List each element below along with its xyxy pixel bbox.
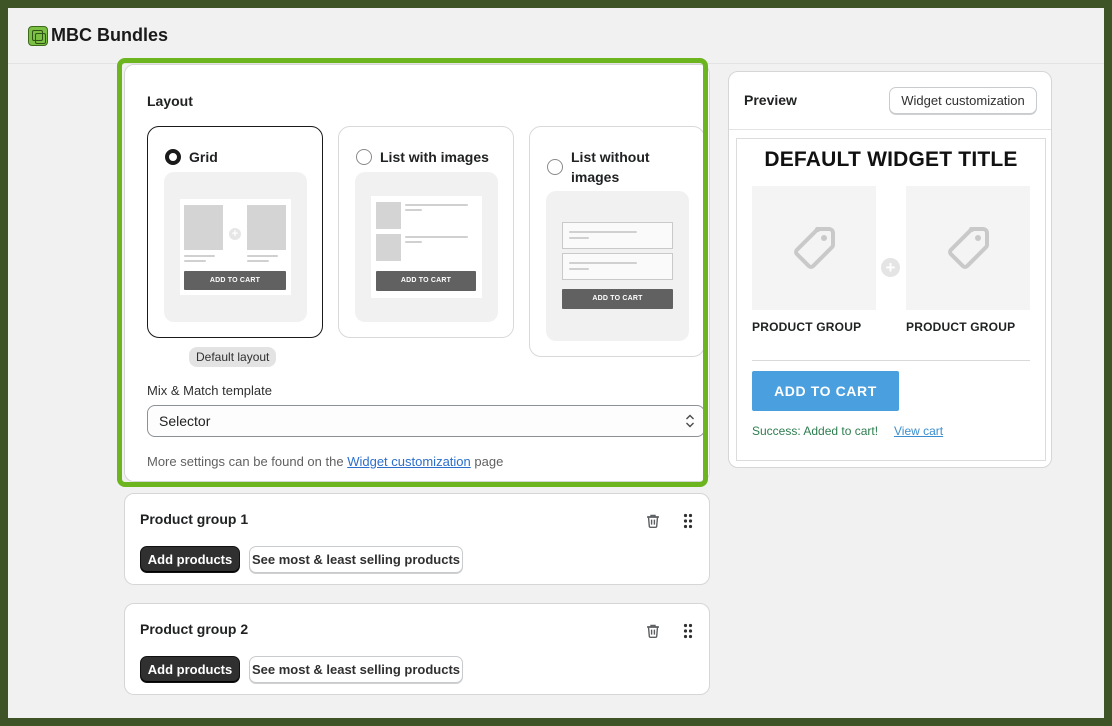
list-no-images-thumbnail: ADD TO CART bbox=[546, 191, 689, 341]
product-group-card: Product group 2 Add products See most & … bbox=[124, 603, 710, 695]
layout-option-list-without-images[interactable]: List without images ADD TO CART bbox=[529, 126, 705, 357]
grid-preview-image: + ADD TO CART bbox=[180, 199, 291, 295]
top-bar: MBC Bundles bbox=[8, 8, 1104, 64]
app-title: MBC Bundles bbox=[51, 25, 168, 45]
layout-option-label: List with images bbox=[380, 149, 489, 165]
template-select[interactable]: Selector bbox=[147, 405, 705, 437]
view-cart-link[interactable]: View cart bbox=[894, 424, 943, 438]
product-group-title: Product group 2 bbox=[140, 621, 249, 637]
layout-option-label: List without images bbox=[571, 149, 650, 185]
tag-icon bbox=[948, 227, 989, 269]
product-group-name: PRODUCT GROUP bbox=[752, 320, 862, 334]
settings-help-text: More settings can be found on the Widget… bbox=[147, 454, 503, 469]
plus-icon: + bbox=[881, 258, 900, 277]
preview-header: Preview Widget customization bbox=[729, 72, 1051, 130]
list-images-thumbnail: ADD TO CART bbox=[355, 172, 498, 322]
tag-icon bbox=[794, 227, 835, 269]
add-products-button[interactable]: Add products bbox=[140, 546, 240, 573]
text-line bbox=[569, 231, 637, 233]
divider bbox=[752, 360, 1030, 361]
text-line bbox=[405, 241, 422, 243]
product-image bbox=[906, 186, 1030, 310]
default-layout-badge: Default layout bbox=[189, 347, 277, 367]
widget-title: DEFAULT WIDGET TITLE bbox=[764, 148, 1018, 171]
text-line bbox=[247, 260, 269, 262]
preview-card: Preview Widget customization DEFAULT WID… bbox=[728, 71, 1052, 468]
app-logo-icon bbox=[28, 25, 48, 46]
widget-customization-link[interactable]: Widget customization bbox=[347, 454, 471, 469]
help-prefix: More settings can be found on the bbox=[147, 454, 344, 469]
drag-handle-icon[interactable] bbox=[678, 511, 698, 531]
text-line bbox=[405, 209, 422, 211]
radio-icon[interactable] bbox=[547, 159, 563, 175]
mini-add-to-cart: ADD TO CART bbox=[376, 271, 476, 291]
layout-card: Layout Grid + ADD TO CART List with imag… bbox=[124, 64, 710, 482]
product-group-title: Product group 1 bbox=[140, 511, 249, 527]
product-group-name: PRODUCT GROUP bbox=[906, 320, 1016, 334]
success-message: Success: Added to cart! bbox=[752, 424, 879, 438]
text-line bbox=[569, 237, 589, 239]
text-line bbox=[569, 268, 589, 270]
list-preview-image: ADD TO CART bbox=[371, 196, 482, 298]
row-placeholder bbox=[562, 222, 673, 249]
mini-add-to-cart: ADD TO CART bbox=[562, 289, 673, 309]
text-line bbox=[184, 260, 206, 262]
template-select-value: Selector bbox=[159, 413, 211, 429]
grid-thumbnail: + ADD TO CART bbox=[164, 172, 307, 322]
layout-option-grid[interactable]: Grid + ADD TO CART bbox=[147, 126, 323, 338]
radio-icon[interactable] bbox=[356, 149, 372, 165]
row-placeholder bbox=[562, 253, 673, 280]
image-placeholder bbox=[376, 234, 401, 261]
chevron-updown-icon bbox=[686, 414, 694, 428]
product-image bbox=[752, 186, 876, 310]
add-to-cart-button[interactable]: ADD TO CART bbox=[752, 371, 899, 411]
trash-icon[interactable] bbox=[643, 621, 663, 641]
text-line bbox=[405, 204, 468, 206]
text-line bbox=[569, 262, 637, 264]
layout-option-label: Grid bbox=[189, 149, 218, 165]
widget-preview: DEFAULT WIDGET TITLE + PRODUCT GROUP PRO… bbox=[736, 138, 1046, 461]
text-line bbox=[247, 255, 278, 257]
layout-option-list-with-images[interactable]: List with images ADD TO CART bbox=[338, 126, 514, 338]
image-placeholder bbox=[376, 202, 401, 229]
see-selling-products-button[interactable]: See most & least selling products bbox=[249, 546, 463, 573]
mini-add-to-cart: ADD TO CART bbox=[184, 271, 286, 290]
add-products-button[interactable]: Add products bbox=[140, 656, 240, 683]
template-label: Mix & Match template bbox=[147, 383, 272, 398]
image-placeholder bbox=[247, 205, 286, 250]
layout-heading: Layout bbox=[147, 93, 193, 109]
widget-customization-button[interactable]: Widget customization bbox=[889, 87, 1037, 114]
drag-handle-icon[interactable] bbox=[678, 621, 698, 641]
radio-icon[interactable] bbox=[165, 149, 181, 165]
see-selling-products-button[interactable]: See most & least selling products bbox=[249, 656, 463, 683]
help-suffix: page bbox=[474, 454, 504, 469]
text-line bbox=[405, 236, 468, 238]
text-line bbox=[184, 255, 215, 257]
preview-title: Preview bbox=[744, 92, 797, 108]
plus-icon: + bbox=[229, 228, 241, 240]
image-placeholder bbox=[184, 205, 223, 250]
trash-icon[interactable] bbox=[643, 511, 663, 531]
product-group-card: Product group 1 Add products See most & … bbox=[124, 493, 710, 585]
